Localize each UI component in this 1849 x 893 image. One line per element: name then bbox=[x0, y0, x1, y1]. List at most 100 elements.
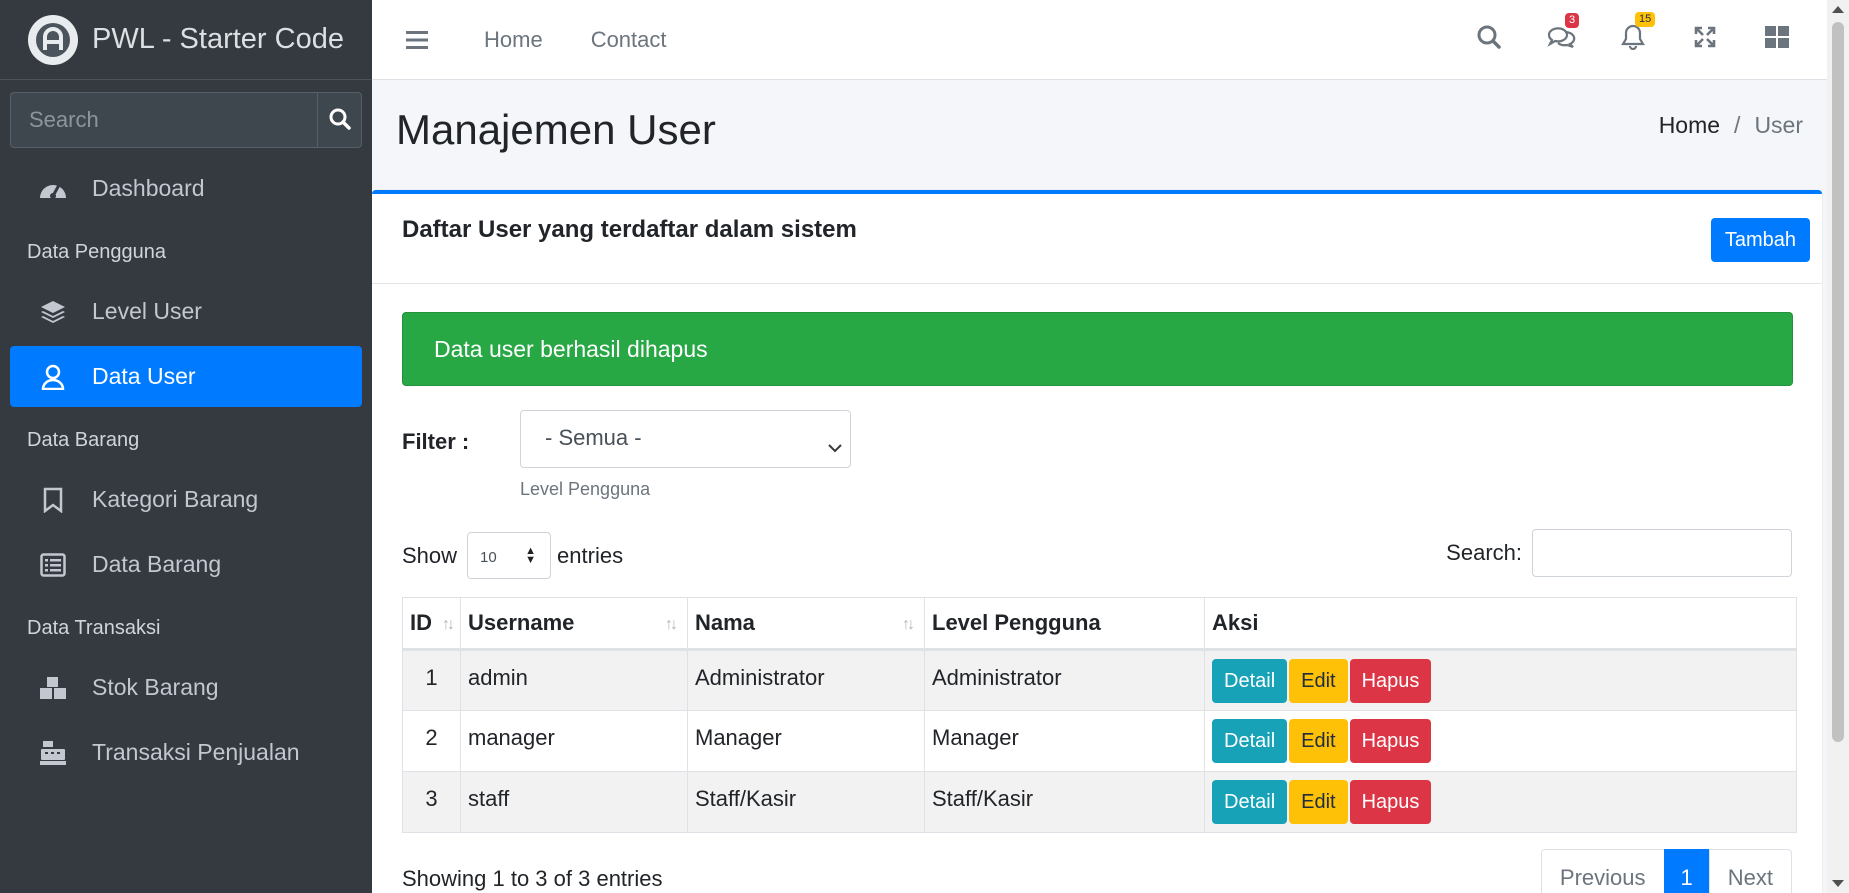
detail-button[interactable]: Detail bbox=[1212, 780, 1288, 824]
nav-header-data-pengguna: Data Pengguna bbox=[27, 240, 167, 263]
column-label: Aksi bbox=[1212, 610, 1259, 635]
delete-button[interactable]: Hapus bbox=[1349, 780, 1432, 824]
navbar-search-button[interactable] bbox=[1453, 24, 1525, 55]
sidebar-item-stok-barang[interactable]: Stok Barang bbox=[10, 657, 362, 718]
sidebar-item-transaksi-penjualan[interactable]: Transaksi Penjualan bbox=[10, 722, 362, 783]
cell-username: manager bbox=[460, 710, 688, 772]
table-info: Showing 1 to 3 of 3 entries bbox=[402, 866, 663, 891]
entries-value: 10 bbox=[480, 549, 497, 566]
sidebar-search-button[interactable] bbox=[317, 92, 362, 148]
nav-link-home[interactable]: Home bbox=[484, 27, 543, 53]
sidebar-item-label: Kategori Barang bbox=[92, 486, 259, 512]
column-header-nama[interactable]: Nama ↑↓ bbox=[687, 597, 925, 651]
column-header-id[interactable]: ID ↑↓ bbox=[402, 597, 461, 651]
sidebar-search-input[interactable] bbox=[10, 92, 317, 148]
cell-nama: Manager bbox=[687, 710, 925, 772]
control-sidebar-button[interactable] bbox=[1741, 25, 1813, 54]
cell-actions: Detail Edit Hapus bbox=[1204, 771, 1797, 833]
column-label: Nama bbox=[695, 610, 755, 635]
breadcrumb: Home / User bbox=[1659, 112, 1803, 139]
cell-actions: Detail Edit Hapus bbox=[1204, 710, 1797, 772]
comments-icon bbox=[1546, 25, 1576, 54]
sidebar-item-kategori-barang[interactable]: Kategori Barang bbox=[10, 469, 362, 530]
card-header: Daftar User yang terdaftar dalam sistem … bbox=[372, 194, 1822, 284]
column-label: ID bbox=[410, 610, 432, 635]
sidebar-item-label: Data User bbox=[92, 363, 196, 389]
nav-link-contact[interactable]: Contact bbox=[591, 27, 667, 53]
messages-dropdown[interactable]: 3 bbox=[1525, 13, 1597, 54]
detail-button[interactable]: Detail bbox=[1212, 659, 1288, 703]
add-user-button[interactable]: Tambah bbox=[1710, 218, 1810, 262]
pagination-previous[interactable]: Previous bbox=[1540, 849, 1665, 893]
chevron-down-icon bbox=[828, 433, 842, 459]
search-label: Search: bbox=[1446, 540, 1522, 565]
brand-link[interactable]: PWL - Starter Code bbox=[0, 0, 372, 80]
sidebar-item-label: Data Barang bbox=[92, 551, 222, 577]
list-icon bbox=[38, 550, 68, 580]
sidebar-item-label: Stok Barang bbox=[92, 674, 219, 700]
search-icon bbox=[1476, 24, 1502, 55]
detail-button[interactable]: Detail bbox=[1212, 719, 1288, 763]
entries-select[interactable]: 10 ▲ ▼ bbox=[467, 532, 552, 579]
sort-icon: ↑↓ bbox=[902, 616, 915, 633]
sidebar-item-level-user[interactable]: Level User bbox=[10, 281, 362, 342]
sidebar-item-dashboard[interactable]: Dashboard bbox=[10, 158, 362, 219]
scrollbar-thumb[interactable] bbox=[1832, 22, 1844, 742]
page-scrollbar[interactable] bbox=[1827, 0, 1849, 893]
cell-actions: Detail Edit Hapus bbox=[1204, 649, 1797, 711]
column-header-username[interactable]: Username ↑↓ bbox=[460, 597, 688, 651]
user-table: ID ↑↓ Username ↑↓ Nama ↑↓ Level Pengguna Ak… bbox=[402, 597, 1797, 833]
fullscreen-button[interactable] bbox=[1669, 25, 1741, 54]
column-header-level: Level Pengguna bbox=[924, 597, 1205, 651]
sidebar-nav: Dashboard Data Pengguna Level User Data … bbox=[0, 158, 372, 783]
cell-level: Administrator bbox=[924, 649, 1205, 711]
sidebar: PWL - Starter Code Dashboard Data Penggu… bbox=[0, 0, 372, 893]
sidebar-item-data-barang[interactable]: Data Barang bbox=[10, 534, 362, 595]
sidebar-item-label: Dashboard bbox=[92, 175, 205, 201]
bell-icon bbox=[1621, 24, 1645, 55]
page-title: Manajemen User bbox=[396, 106, 716, 153]
user-card: Daftar User yang terdaftar dalam sistem … bbox=[372, 190, 1822, 893]
grid-icon bbox=[1764, 25, 1790, 54]
level-filter-select[interactable]: - Semua - bbox=[520, 410, 851, 468]
column-header-aksi: Aksi bbox=[1204, 597, 1797, 651]
edit-button[interactable]: Edit bbox=[1289, 659, 1348, 703]
table-row: 1 admin Administrator Administrator Deta… bbox=[402, 649, 1797, 711]
entries-label: entries bbox=[557, 542, 624, 568]
delete-button[interactable]: Hapus bbox=[1349, 719, 1432, 763]
edit-button[interactable]: Edit bbox=[1289, 780, 1348, 824]
hamburger-icon[interactable] bbox=[406, 30, 436, 50]
brand-text: PWL - Starter Code bbox=[92, 23, 344, 55]
success-alert: Data user berhasil dihapus bbox=[402, 312, 1793, 386]
edit-button[interactable]: Edit bbox=[1289, 719, 1348, 763]
sidebar-item-label: Transaksi Penjualan bbox=[92, 739, 300, 765]
pagination-page-1[interactable]: 1 bbox=[1663, 849, 1710, 893]
notifications-badge: 15 bbox=[1635, 12, 1656, 27]
sidebar-item-data-user[interactable]: Data User bbox=[10, 346, 362, 407]
notifications-dropdown[interactable]: 15 bbox=[1597, 12, 1669, 55]
search-icon bbox=[328, 107, 352, 134]
nav-header-data-barang: Data Barang bbox=[27, 428, 140, 451]
cell-nama: Administrator bbox=[687, 649, 925, 711]
scroll-up-icon[interactable] bbox=[1832, 6, 1844, 13]
column-label: Username bbox=[468, 610, 575, 635]
delete-button[interactable]: Hapus bbox=[1349, 659, 1432, 703]
user-icon bbox=[38, 362, 68, 392]
table-search-input[interactable] bbox=[1532, 529, 1792, 577]
cell-username: staff bbox=[460, 771, 688, 833]
bookmark-icon bbox=[38, 485, 68, 515]
cell-level: Staff/Kasir bbox=[924, 771, 1205, 833]
content-header: Manajemen User Home / User bbox=[372, 80, 1827, 190]
scroll-down-icon[interactable] bbox=[1832, 880, 1844, 887]
table-header-row: ID ↑↓ Username ↑↓ Nama ↑↓ Level Pengguna Ak… bbox=[402, 597, 1797, 651]
filter-label: Filter : bbox=[402, 429, 470, 454]
nav-header-data-transaksi: Data Transaksi bbox=[27, 616, 161, 639]
sort-icon: ↑↓ bbox=[665, 616, 678, 633]
breadcrumb-home[interactable]: Home bbox=[1659, 112, 1720, 139]
sidebar-search bbox=[10, 92, 362, 148]
show-label: Show bbox=[402, 542, 458, 568]
dashboard-icon bbox=[38, 174, 68, 204]
navbar-right: 3 15 bbox=[1453, 12, 1813, 55]
pagination-next[interactable]: Next bbox=[1708, 849, 1792, 893]
filter-selected-value: - Semua - bbox=[545, 425, 642, 450]
